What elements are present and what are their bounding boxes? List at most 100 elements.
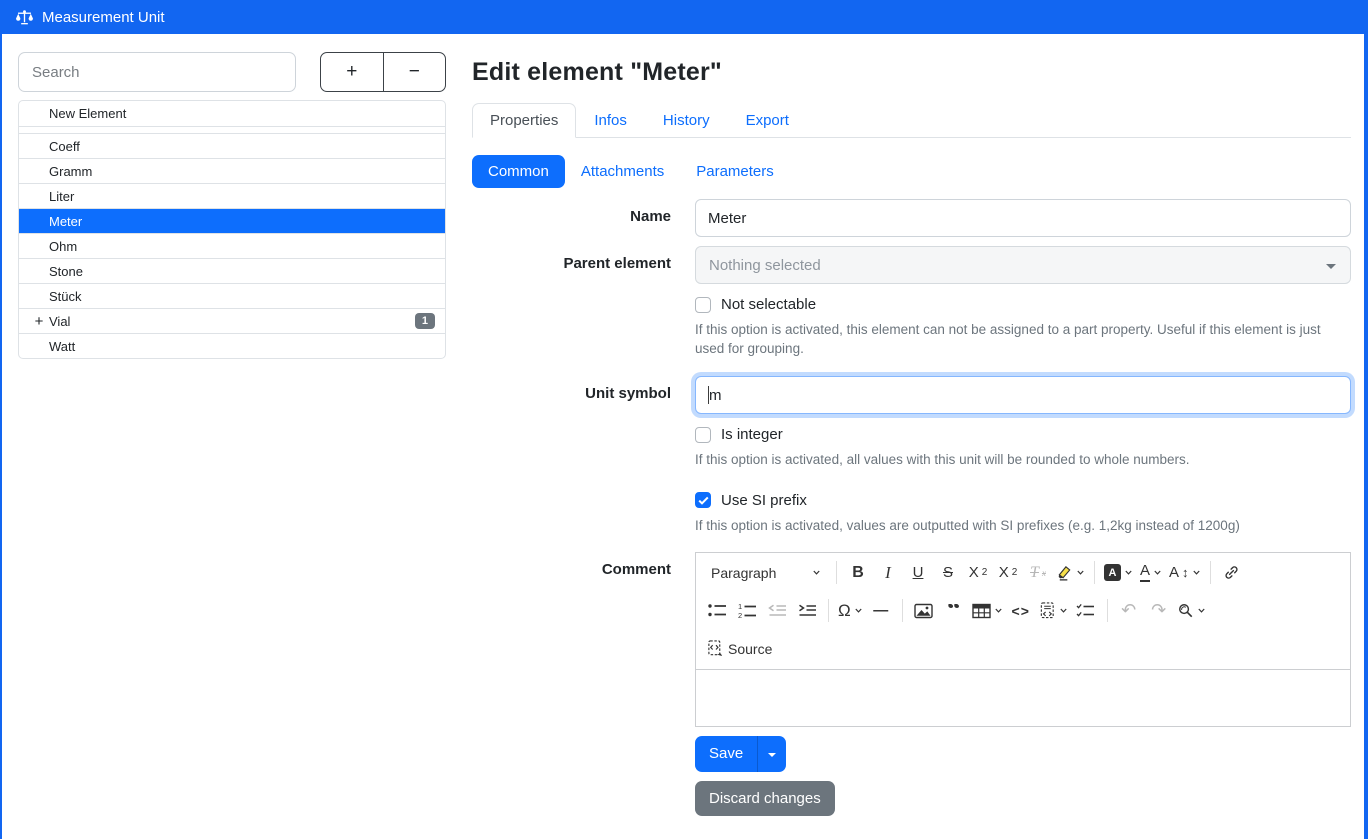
balance-scale-icon	[15, 9, 34, 26]
list-item-new-element[interactable]: New Element	[19, 101, 445, 126]
source-button[interactable]: Source	[702, 634, 777, 664]
is-integer-checkbox[interactable]	[695, 427, 711, 443]
outdent-button[interactable]	[762, 596, 792, 626]
font-background-icon: A	[1104, 564, 1121, 581]
tree-zoom-button-group: + −	[320, 52, 446, 92]
subtab-attachments[interactable]: Attachments	[565, 155, 680, 188]
remove-format-button[interactable]: Tx	[1023, 558, 1053, 588]
numbered-list-button[interactable]: 12	[732, 596, 762, 626]
main-tabs: Properties Infos History Export	[472, 103, 1351, 138]
select-caret-icon	[1326, 264, 1336, 269]
svg-text:1: 1	[738, 603, 742, 611]
element-sidebar: + − New Element Coeff Gramm Liter Meter …	[18, 52, 446, 836]
redo-icon: ↷	[1151, 600, 1166, 621]
use-si-prefix-checkbox[interactable]	[695, 492, 711, 508]
undo-button[interactable]: ↶	[1114, 596, 1144, 626]
tab-infos[interactable]: Infos	[576, 103, 645, 138]
indent-button[interactable]	[792, 596, 822, 626]
list-item-coeff[interactable]: Coeff	[19, 133, 445, 158]
highlight-button[interactable]	[1053, 558, 1088, 588]
insert-image-button[interactable]	[909, 596, 939, 626]
font-color-button[interactable]: A	[1136, 558, 1166, 588]
collapse-all-button[interactable]: −	[383, 52, 447, 92]
blockquote-button[interactable]: “	[939, 596, 969, 626]
parent-element-select[interactable]: Nothing selected	[695, 246, 1351, 284]
image-icon	[914, 603, 933, 619]
chevron-down-icon	[1076, 568, 1085, 577]
special-characters-button[interactable]: Ω	[835, 596, 866, 626]
expand-all-button[interactable]: +	[320, 52, 384, 92]
not-selectable-checkbox[interactable]	[695, 297, 711, 313]
tab-history[interactable]: History	[645, 103, 728, 138]
resize-arrows-icon: ↕	[1182, 565, 1189, 580]
tab-properties[interactable]: Properties	[472, 103, 576, 138]
list-item-ohm[interactable]: Ohm	[19, 233, 445, 258]
window-edge-right	[1364, 0, 1368, 839]
italic-button[interactable]: I	[873, 558, 903, 588]
save-button[interactable]: Save	[695, 736, 757, 772]
element-list: New Element Coeff Gramm Liter Meter Ohm …	[18, 100, 446, 359]
toolbar-separator	[902, 599, 903, 622]
subtab-common[interactable]: Common	[472, 155, 565, 188]
underline-button[interactable]: U	[903, 558, 933, 588]
comment-editor-content[interactable]	[696, 669, 1350, 726]
insert-table-button[interactable]	[969, 596, 1006, 626]
caret-down-icon	[768, 753, 776, 757]
link-button[interactable]	[1217, 558, 1247, 588]
list-item-stone[interactable]: Stone	[19, 258, 445, 283]
font-size-button[interactable]: A↕	[1166, 558, 1204, 588]
unit-symbol-label: Unit symbol	[472, 376, 671, 402]
list-item-gramm[interactable]: Gramm	[19, 158, 445, 183]
code-button[interactable]: <>	[1006, 596, 1036, 626]
todo-list-button[interactable]	[1071, 596, 1101, 626]
list-divider	[19, 126, 445, 133]
bulleted-list-button[interactable]	[702, 596, 732, 626]
edit-panel: Edit element "Meter" Properties Infos Hi…	[472, 52, 1351, 836]
chevron-down-icon	[994, 606, 1003, 615]
unit-symbol-input[interactable]: m	[695, 376, 1351, 414]
subtab-parameters[interactable]: Parameters	[680, 155, 790, 188]
highlight-pen-icon	[1056, 564, 1073, 581]
subscript-button[interactable]: X2	[963, 558, 993, 588]
html-embed-button[interactable]	[1036, 596, 1071, 626]
undo-icon: ↶	[1121, 600, 1136, 621]
paragraph-style-dropdown[interactable]: Paragraph	[702, 558, 830, 588]
edit-form: Name Parent element Nothing selected Not…	[472, 199, 1351, 836]
table-icon	[972, 603, 991, 619]
font-background-button[interactable]: A	[1101, 558, 1136, 588]
source-icon	[707, 640, 724, 657]
toolbar-separator	[1107, 599, 1108, 622]
search-input[interactable]	[18, 52, 296, 92]
list-item-meter-selected[interactable]: Meter	[19, 208, 445, 233]
sub-tabs: Common Attachments Parameters	[472, 155, 1351, 188]
chevron-down-icon	[854, 606, 863, 615]
list-item-watt[interactable]: Watt	[19, 333, 445, 358]
html-embed-icon	[1039, 602, 1056, 619]
redo-button[interactable]: ↷	[1144, 596, 1174, 626]
chevron-down-icon	[1059, 606, 1068, 615]
comment-label: Comment	[472, 552, 671, 578]
find-replace-icon	[1177, 602, 1194, 619]
app-title: Measurement Unit	[42, 9, 165, 26]
tab-export[interactable]: Export	[728, 103, 807, 138]
not-selectable-help: If this option is activated, this elemen…	[695, 321, 1351, 358]
toolbar-separator	[1210, 561, 1211, 584]
list-item-stueck[interactable]: Stück	[19, 283, 445, 308]
horizontal-line-button[interactable]: —	[866, 596, 896, 626]
toolbar-separator	[1094, 561, 1095, 584]
discard-changes-button[interactable]: Discard changes	[695, 781, 835, 816]
list-item-liter[interactable]: Liter	[19, 183, 445, 208]
find-replace-button[interactable]	[1174, 596, 1209, 626]
save-dropdown-toggle[interactable]	[757, 736, 786, 772]
superscript-button[interactable]: X2	[993, 558, 1023, 588]
chevron-down-icon	[812, 568, 821, 577]
list-item-vial[interactable]: + Vial 1	[19, 308, 445, 333]
parent-element-label: Parent element	[472, 246, 671, 272]
name-input[interactable]	[695, 199, 1351, 237]
strikethrough-button[interactable]: S	[933, 558, 963, 588]
chevron-down-icon	[1124, 568, 1133, 577]
outdent-icon	[768, 603, 787, 618]
bold-button[interactable]: B	[843, 558, 873, 588]
toolbar-separator	[828, 599, 829, 622]
expand-node-icon[interactable]: +	[31, 314, 47, 329]
